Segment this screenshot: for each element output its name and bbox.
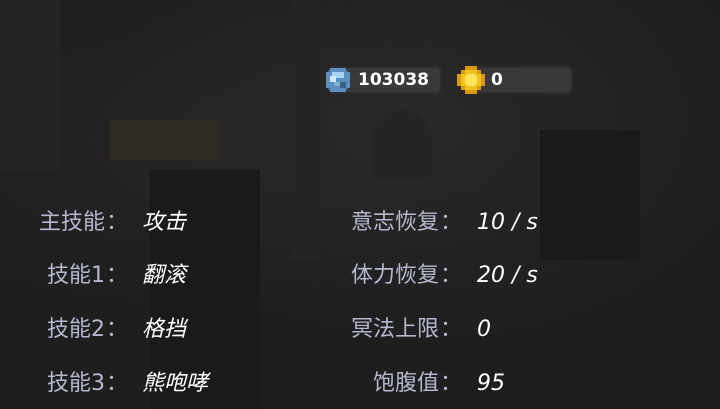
attribute-label: 饱腹值： [372, 371, 462, 396]
skill-label: 主技能： [38, 210, 128, 235]
background-figure [372, 110, 432, 180]
coin-counter: 0 [455, 66, 573, 94]
skill-label: 技能1： [46, 263, 128, 288]
background-pillar [290, 0, 320, 260]
skill-value: 熊咆哮 [142, 371, 209, 396]
skill-value: 攻击 [142, 210, 187, 235]
skill-value: 格挡 [142, 317, 187, 342]
coin-amount: 0 [491, 70, 503, 90]
character-stats-panel: 103038 0 主技能： 攻击 技能1： 翻滚 技能2： 格挡 技能3： 熊咆… [0, 0, 720, 409]
gold-coin-icon [457, 66, 485, 94]
gem-counter: 103038 [322, 66, 444, 94]
background-door [540, 130, 640, 260]
attribute-label: 体力恢复： [350, 263, 462, 288]
skill-label: 技能3： [46, 371, 128, 396]
attribute-value: 0 [477, 317, 491, 342]
attribute-value: 95 [477, 371, 505, 396]
skill-value: 翻滚 [142, 263, 187, 288]
background-shelf [110, 120, 220, 160]
attribute-label: 冥法上限： [350, 317, 462, 342]
skill-label: 技能2： [46, 317, 128, 342]
attribute-value: 20 / s [477, 263, 538, 288]
attribute-value: 10 / s [477, 210, 538, 235]
attribute-label: 意志恢复： [350, 210, 462, 235]
blue-gem-icon [326, 68, 350, 92]
background-wall-left [0, 0, 60, 170]
gem-amount: 103038 [358, 70, 429, 90]
